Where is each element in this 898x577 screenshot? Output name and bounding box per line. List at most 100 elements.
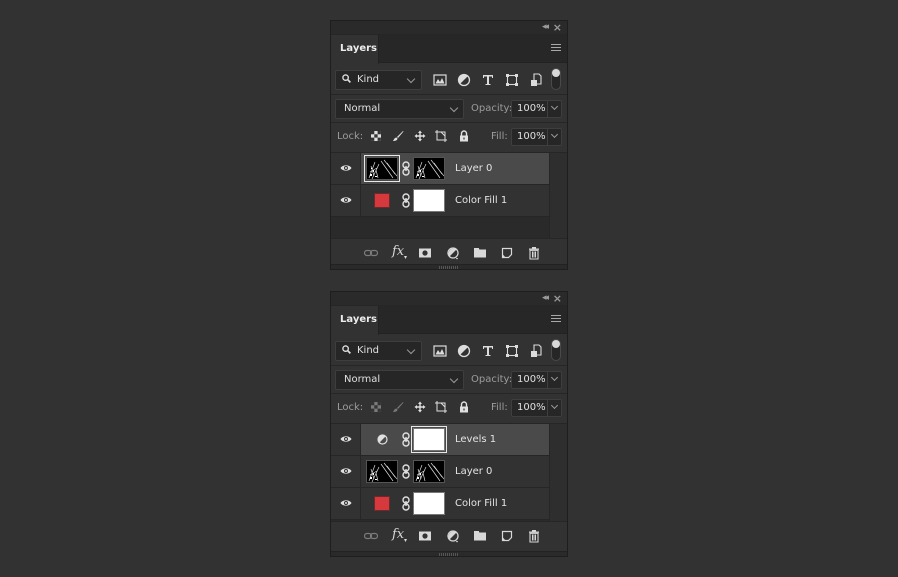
eye-icon[interactable]	[340, 196, 352, 204]
panel-resize-grip[interactable]	[331, 551, 567, 556]
link-layers-icon[interactable]	[364, 246, 378, 260]
new-layer-icon[interactable]	[500, 529, 514, 543]
fx-icon[interactable]: fx ▾	[392, 527, 407, 544]
chevron-down-icon	[550, 130, 559, 139]
layer-row[interactable]: Color Fill 1	[331, 488, 549, 520]
opacity-dropdown-button[interactable]	[547, 101, 561, 117]
layer-mask-thumbnail[interactable]	[413, 460, 445, 483]
delete-layer-icon[interactable]	[527, 246, 541, 260]
fill-input[interactable]: 100%	[511, 399, 562, 417]
smart-object-filter-icon[interactable]	[529, 73, 543, 87]
fill-color-swatch[interactable]	[374, 193, 390, 208]
blend-mode-dropdown[interactable]: Normal	[335, 99, 464, 119]
mask-link-icon[interactable]	[402, 193, 410, 208]
mask-link-icon[interactable]	[402, 496, 410, 511]
lock-all-icon[interactable]	[458, 130, 470, 142]
lock-image-pixels-icon[interactable]	[392, 401, 404, 413]
panel-footer: fx ▾	[331, 238, 567, 266]
fill-color-swatch[interactable]	[374, 496, 390, 511]
lock-transparent-pixels-icon[interactable]	[370, 401, 382, 413]
mask-link-icon[interactable]	[402, 432, 410, 447]
panel-menu-icon[interactable]	[551, 315, 561, 323]
collapse-panel-icon[interactable]: ◂◂	[542, 22, 549, 32]
mask-link-icon[interactable]	[402, 464, 410, 479]
blend-row: Normal Opacity: 100%	[331, 95, 567, 123]
fill-dropdown-button[interactable]	[547, 400, 561, 416]
visibility-cell	[331, 153, 361, 184]
add-mask-icon[interactable]	[418, 246, 432, 260]
new-layer-icon[interactable]	[500, 246, 514, 260]
eye-icon[interactable]	[340, 467, 352, 475]
shape-layer-filter-icon[interactable]	[505, 73, 519, 87]
adjustment-layer-filter-icon[interactable]	[457, 344, 471, 358]
filter-toggle-switch[interactable]	[551, 68, 561, 90]
lock-image-pixels-icon[interactable]	[392, 130, 404, 142]
layer-name: Color Fill 1	[455, 195, 508, 206]
levels-adjustment-icon[interactable]	[377, 434, 388, 445]
pixel-layer-filter-icon[interactable]	[433, 73, 447, 87]
adjustment-layer-filter-icon[interactable]	[457, 73, 471, 87]
layer-mask-thumbnail[interactable]	[413, 189, 445, 212]
close-panel-icon[interactable]: ×	[553, 21, 562, 34]
panel-tabbar: Layers	[331, 306, 567, 335]
add-mask-icon[interactable]	[418, 529, 432, 543]
chevron-down-icon	[406, 345, 416, 355]
smart-object-filter-icon[interactable]	[529, 344, 543, 358]
fx-icon[interactable]: fx ▾	[392, 244, 407, 261]
tab-layers[interactable]: Layers	[331, 35, 379, 64]
eye-icon[interactable]	[340, 435, 352, 443]
eye-icon[interactable]	[340, 499, 352, 507]
opacity-value: 100%	[517, 374, 546, 385]
panel-titlebar: ◂◂ ×	[331, 292, 567, 306]
layer-row[interactable]: Color Fill 1	[331, 185, 549, 217]
layer-row[interactable]: Layer 0	[331, 456, 549, 488]
eye-icon[interactable]	[340, 164, 352, 172]
tab-layers[interactable]: Layers	[331, 306, 379, 335]
layer-row[interactable]: Layer 0	[331, 153, 549, 185]
layer-mask-thumbnail[interactable]	[413, 492, 445, 515]
type-layer-filter-icon[interactable]	[481, 344, 495, 358]
layer-thumbnail[interactable]	[366, 460, 398, 483]
panel-resize-grip[interactable]	[331, 264, 567, 269]
delete-layer-icon[interactable]	[527, 529, 541, 543]
lock-all-icon[interactable]	[458, 401, 470, 413]
link-layers-icon[interactable]	[364, 529, 378, 543]
layers-scrollbar[interactable]	[549, 424, 567, 521]
lock-artboard-icon[interactable]	[435, 401, 447, 413]
layer-thumbnail[interactable]	[364, 155, 400, 182]
lock-position-icon[interactable]	[414, 401, 426, 413]
layer-row[interactable]: Levels 1	[331, 424, 549, 456]
lock-artboard-icon[interactable]	[435, 130, 447, 142]
blend-mode-dropdown[interactable]: Normal	[335, 370, 464, 390]
shape-layer-filter-icon[interactable]	[505, 344, 519, 358]
filter-kind-dropdown[interactable]: Kind	[335, 341, 422, 361]
new-group-icon[interactable]	[473, 529, 487, 543]
layers-scrollbar[interactable]	[549, 153, 567, 238]
close-panel-icon[interactable]: ×	[553, 292, 562, 305]
pixel-layer-filter-icon[interactable]	[433, 344, 447, 358]
opacity-input[interactable]: 100%	[511, 100, 562, 118]
opacity-input[interactable]: 100%	[511, 371, 562, 389]
layer-mask-thumbnail[interactable]	[411, 426, 447, 453]
opacity-dropdown-button[interactable]	[547, 372, 561, 388]
new-group-icon[interactable]	[473, 246, 487, 260]
lock-transparent-pixels-icon[interactable]	[370, 130, 382, 142]
lock-label: Lock:	[337, 131, 364, 142]
blend-row: Normal Opacity: 100%	[331, 366, 567, 394]
layer-mask-thumbnail[interactable]	[413, 157, 445, 180]
new-adjustment-layer-icon[interactable]	[446, 246, 460, 260]
fill-dropdown-button[interactable]	[547, 129, 561, 145]
fill-input[interactable]: 100%	[511, 128, 562, 146]
new-adjustment-layer-icon[interactable]	[446, 529, 460, 543]
lock-position-icon[interactable]	[414, 130, 426, 142]
collapse-panel-icon[interactable]: ◂◂	[542, 293, 549, 303]
filter-kind-dropdown[interactable]: Kind	[335, 70, 422, 90]
filter-row: Kind	[331, 63, 567, 95]
panel-menu-icon[interactable]	[551, 44, 561, 52]
filter-toggle-switch[interactable]	[551, 339, 561, 361]
mask-link-icon[interactable]	[402, 161, 410, 176]
type-layer-filter-icon[interactable]	[481, 73, 495, 87]
blend-mode-value: Normal	[344, 374, 381, 385]
fill-value: 100%	[517, 131, 546, 142]
filter-row: Kind	[331, 334, 567, 366]
